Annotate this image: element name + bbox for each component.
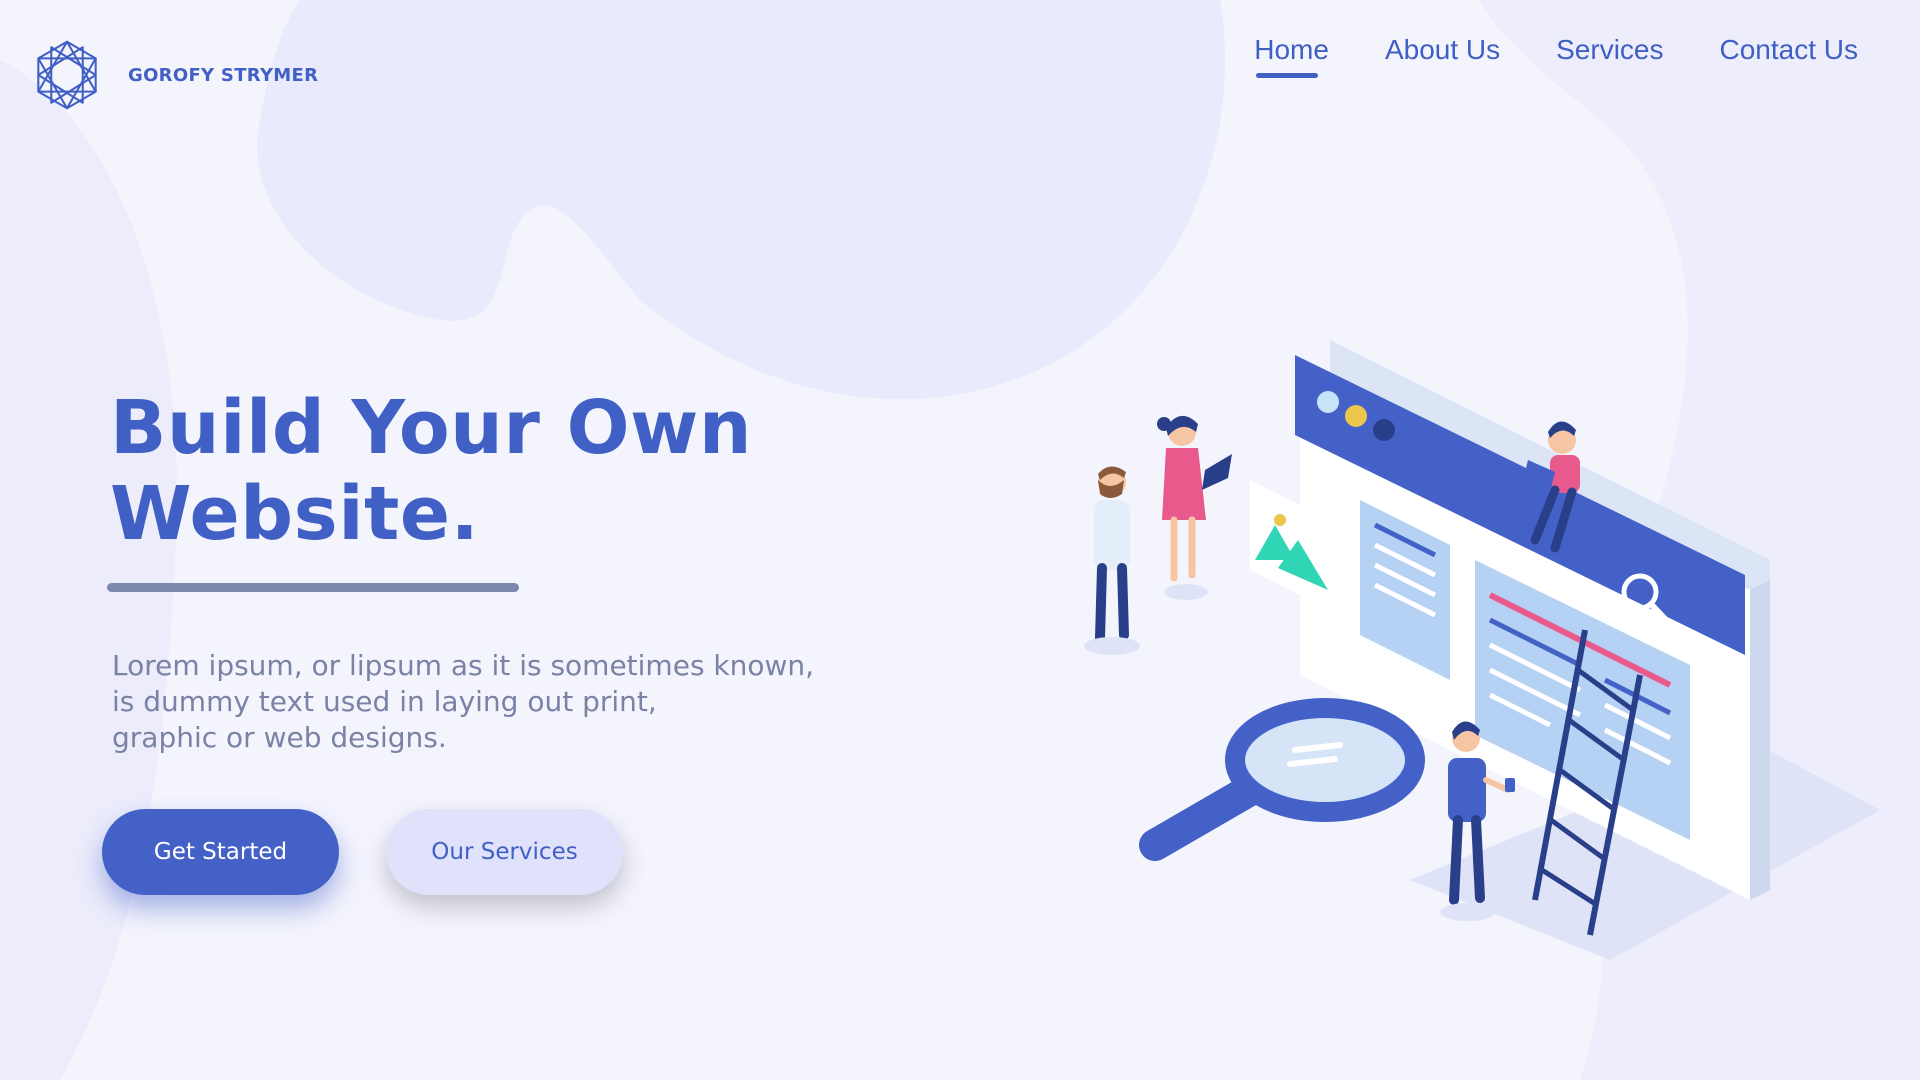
hero-description: Lorem ipsum, or lipsum as it is sometime… [112, 648, 892, 756]
star-polygon-logo-icon [37, 40, 97, 110]
title-divider [107, 583, 519, 592]
nav-about-us[interactable]: About Us [1383, 34, 1502, 78]
hero-title: Build Your Own Website. [110, 385, 752, 557]
website-builder-team-illustration [1084, 340, 1880, 960]
brand-name: GOROFY STRYMER [128, 64, 319, 86]
hero-description-line-3: graphic or web designs. [112, 721, 447, 754]
main-navigation: Home About Us Services Contact Us [1200, 34, 1860, 78]
hero-description-line-2: is dummy text used in laying out print, [112, 685, 657, 718]
get-started-button[interactable]: Get Started [102, 809, 339, 895]
hero-description-line-1: Lorem ipsum, or lipsum as it is sometime… [112, 649, 815, 682]
brand-logo[interactable]: GOROFY STRYMER [30, 38, 318, 112]
nav-contact-us[interactable]: Contact Us [1718, 34, 1861, 78]
hero-title-line-1: Build Your Own [110, 385, 753, 471]
nav-services[interactable]: Services [1554, 34, 1665, 78]
our-services-button[interactable]: Our Services [386, 809, 623, 895]
hero-title-line-2: Website. [110, 471, 480, 557]
nav-home[interactable]: Home [1252, 34, 1331, 78]
